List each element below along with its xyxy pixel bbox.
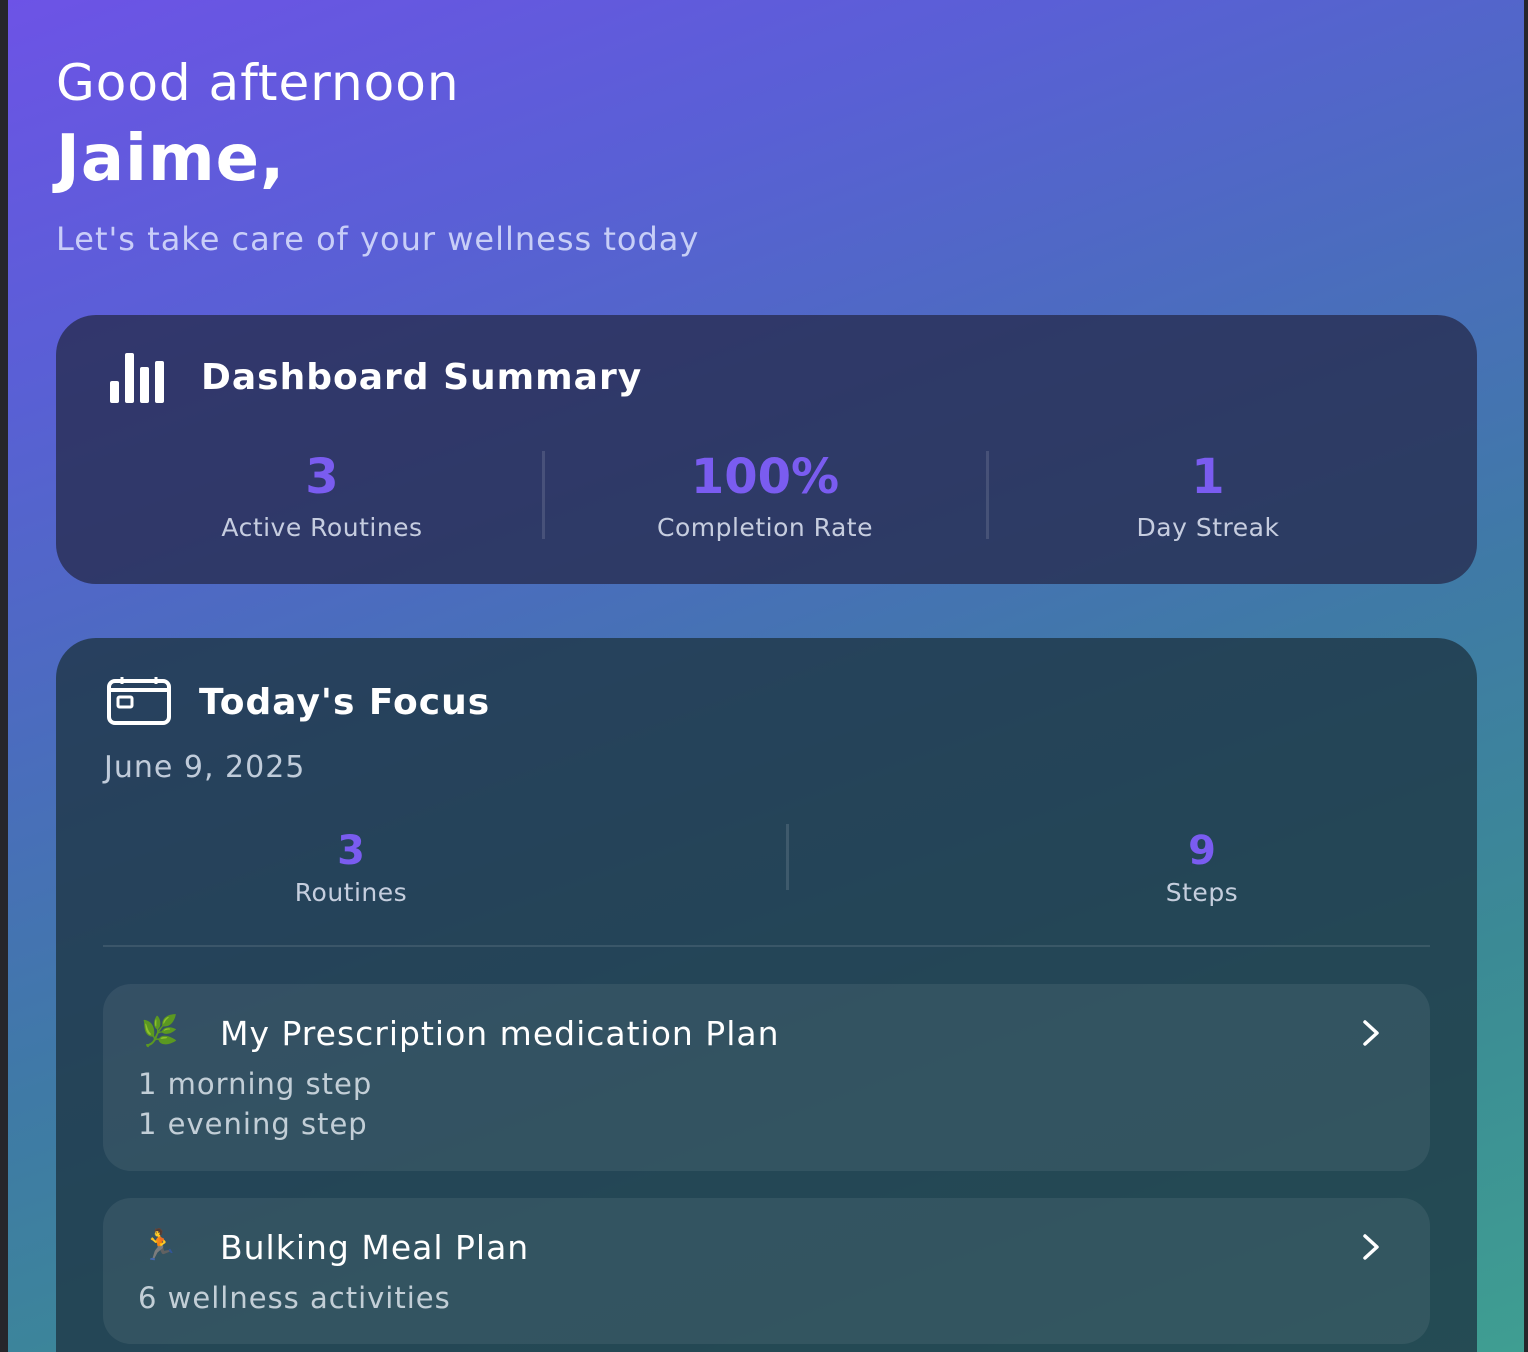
- focus-divider: [103, 945, 1430, 947]
- stat-value: 9: [1188, 828, 1216, 874]
- bar-chart-icon: [108, 351, 170, 409]
- window-edge-right: [1524, 0, 1528, 1352]
- herb-icon: 🌿: [141, 1014, 179, 1049]
- stat-value: 3: [337, 828, 365, 874]
- stat-value: 100%: [690, 449, 840, 505]
- app-screen: Good afternoon Jaime, Let's take care of…: [0, 0, 1528, 1352]
- stat-active-routines: 3 Active Routines: [142, 449, 502, 542]
- tagline-text: Let's take care of your wellness today: [56, 220, 700, 258]
- todays-focus-title: Today's Focus: [199, 682, 491, 723]
- chevron-right-icon[interactable]: [1356, 1232, 1386, 1262]
- todays-focus-card: Today's Focus June 9, 2025 3 Routines 9 …: [56, 638, 1477, 1352]
- stat-label: Steps: [1165, 878, 1239, 907]
- chevron-right-icon[interactable]: [1356, 1018, 1386, 1048]
- focus-date: June 9, 2025: [104, 750, 306, 785]
- window-edge-left: [0, 0, 8, 1352]
- dashboard-summary-card: Dashboard Summary 3 Active Routines 100%…: [56, 315, 1477, 584]
- focus-stat-routines: 3 Routines: [201, 828, 501, 907]
- stat-day-streak: 1 Day Streak: [1028, 449, 1388, 542]
- stat-label: Active Routines: [221, 513, 423, 542]
- stat-label: Day Streak: [1136, 513, 1280, 542]
- focus-stat-steps: 9 Steps: [1052, 828, 1352, 907]
- stat-divider: [986, 451, 989, 539]
- calendar-icon: [106, 676, 172, 730]
- greeting-text: Good afternoon: [56, 54, 460, 112]
- routine-activity-line: 6 wellness activities: [138, 1281, 451, 1315]
- stat-label: Completion Rate: [657, 513, 873, 542]
- routine-title: My Prescription medication Plan: [220, 1014, 780, 1053]
- stat-divider: [786, 824, 789, 890]
- stat-value: 3: [305, 449, 339, 505]
- dashboard-summary-title: Dashboard Summary: [201, 357, 643, 398]
- routine-step-line: 1 morning step: [138, 1067, 373, 1101]
- runner-icon: 🏃: [141, 1228, 179, 1263]
- stat-divider: [542, 451, 545, 539]
- routine-item-bulking-meal-plan[interactable]: 🏃 Bulking Meal Plan 6 wellness activitie…: [103, 1198, 1430, 1344]
- user-name: Jaime,: [56, 122, 286, 196]
- stat-value: 1: [1191, 449, 1225, 505]
- routine-title: Bulking Meal Plan: [220, 1228, 530, 1267]
- stat-completion-rate: 100% Completion Rate: [585, 449, 945, 542]
- routine-step-line: 1 evening step: [138, 1107, 368, 1141]
- routine-item-prescription[interactable]: 🌿 My Prescription medication Plan 1 morn…: [103, 984, 1430, 1171]
- stat-label: Routines: [294, 878, 408, 907]
